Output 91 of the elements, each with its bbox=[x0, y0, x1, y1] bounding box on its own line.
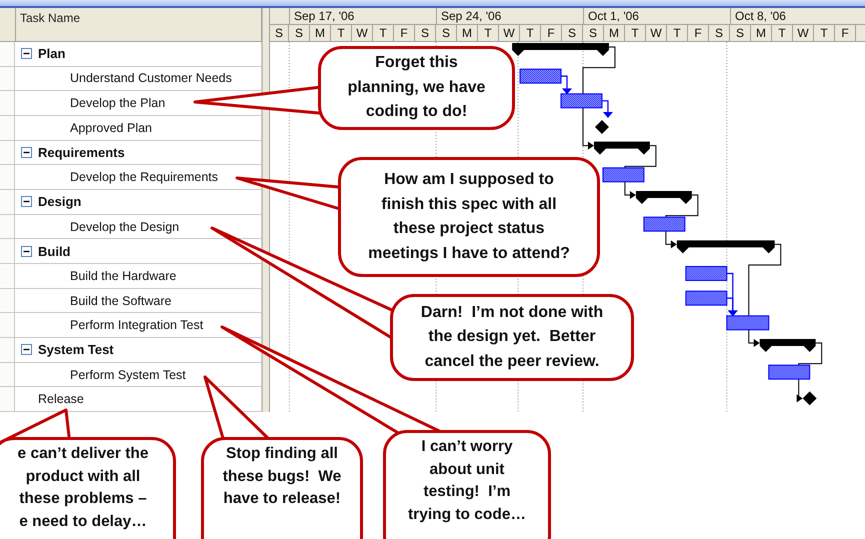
task-bar bbox=[768, 364, 810, 380]
day-label: W bbox=[793, 25, 814, 41]
task-row[interactable]: Build the Software bbox=[0, 288, 262, 314]
task-row[interactable]: Approved Plan bbox=[0, 116, 262, 141]
row-selector[interactable] bbox=[0, 214, 15, 238]
row-selector[interactable] bbox=[0, 190, 15, 214]
callout-text: e can’t deliver the product with all these problems – e need to delay… bbox=[18, 444, 148, 532]
task-bar bbox=[726, 315, 770, 330]
day-label: S bbox=[270, 25, 289, 41]
collapse-icon[interactable] bbox=[21, 344, 32, 356]
row-selector[interactable] bbox=[0, 116, 15, 140]
row-selector[interactable] bbox=[0, 91, 15, 115]
task-name: Develop the Design bbox=[70, 220, 180, 234]
day-label: F bbox=[541, 25, 562, 41]
task-name: Build the Software bbox=[70, 294, 172, 308]
week-label: Oct 8, '06 bbox=[730, 8, 865, 24]
day-label: T bbox=[814, 25, 835, 41]
task-row[interactable]: Requirements bbox=[0, 140, 262, 166]
task-bar bbox=[602, 167, 644, 182]
task-name: Build the Hardware bbox=[70, 268, 176, 283]
day-label: T bbox=[478, 25, 499, 41]
summary-task-name: Build bbox=[38, 244, 70, 259]
collapse-icon[interactable] bbox=[21, 196, 32, 208]
task-row[interactable]: Build the Hardware bbox=[0, 264, 262, 289]
row-selector[interactable] bbox=[0, 42, 15, 66]
day-label: M bbox=[604, 25, 625, 41]
row-selector[interactable] bbox=[0, 313, 15, 338]
task-name: Develop the Requirements bbox=[70, 170, 218, 184]
day-label: T bbox=[373, 25, 394, 41]
summary-task-name: Requirements bbox=[38, 144, 125, 160]
day-label: M bbox=[751, 25, 772, 41]
row-selector[interactable] bbox=[0, 387, 15, 412]
collapse-icon[interactable] bbox=[21, 246, 32, 257]
day-label: T bbox=[772, 25, 793, 41]
day-label: T bbox=[667, 25, 688, 41]
day-label: S bbox=[289, 25, 310, 41]
row-selector[interactable] bbox=[0, 362, 15, 386]
milestone-icon bbox=[594, 120, 609, 134]
task-name: Approved Plan bbox=[70, 120, 152, 135]
day-label: S bbox=[583, 25, 604, 41]
day-label: S bbox=[562, 25, 583, 41]
day-label: S bbox=[709, 25, 730, 41]
day-label: F bbox=[688, 25, 709, 41]
week-label: Sep 24, '06 bbox=[436, 8, 583, 24]
task-bar bbox=[520, 68, 562, 84]
day-label: M bbox=[457, 25, 478, 41]
day-label: T bbox=[331, 25, 352, 41]
summary-task-name: Design bbox=[38, 194, 82, 210]
row-selector[interactable] bbox=[0, 66, 15, 90]
row-selector[interactable] bbox=[0, 264, 15, 288]
task-name: Perform System Test bbox=[70, 368, 186, 382]
task-row[interactable]: Plan bbox=[0, 42, 262, 67]
day-label: W bbox=[499, 25, 520, 41]
task-name: Release bbox=[38, 392, 84, 406]
week-label: Oct 1, '06 bbox=[583, 8, 730, 24]
day-label: W bbox=[646, 25, 667, 41]
task-bar bbox=[643, 216, 686, 232]
week-label: Sep 17, '06 bbox=[289, 8, 436, 24]
row-selector[interactable] bbox=[0, 338, 15, 362]
column-header[interactable]: Task Name bbox=[20, 11, 80, 25]
task-name: Develop the Plan bbox=[70, 96, 166, 110]
collapse-icon[interactable] bbox=[21, 48, 32, 60]
task-name: Perform Integration Test bbox=[70, 318, 204, 332]
callout-text: Stop finding all these bugs! We have to release! bbox=[222, 444, 342, 509]
row-selector[interactable] bbox=[0, 239, 15, 264]
day-label: F bbox=[835, 25, 856, 41]
callout-text: I can’t worry about unit testing! I’m trying to code… bbox=[408, 437, 526, 524]
callout-text: Darn! I’m not done with the design yet. Better cancel the peer review. bbox=[420, 302, 604, 372]
collapse-icon[interactable] bbox=[21, 146, 32, 158]
row-selector[interactable] bbox=[0, 288, 15, 312]
task-bar bbox=[685, 266, 728, 281]
task-row[interactable]: Understand Customer Needs bbox=[0, 66, 262, 92]
summary-task-name: Plan bbox=[38, 46, 66, 62]
day-label: T bbox=[520, 25, 541, 41]
day-label: W bbox=[352, 25, 373, 41]
callout-text: How am I supposed to finish this spec with all these project status meetings I have to attend? bbox=[368, 170, 570, 264]
callout-text: Forget this planning, we have coding to do! bbox=[348, 53, 486, 122]
row-selector[interactable] bbox=[0, 140, 15, 164]
task-row[interactable]: Design bbox=[0, 190, 262, 215]
day-label: S bbox=[730, 25, 751, 41]
row-selector[interactable] bbox=[0, 165, 15, 189]
summary-task-name: System Test bbox=[38, 342, 114, 358]
day-label: F bbox=[394, 25, 415, 41]
day-label: M bbox=[310, 25, 331, 41]
dependency-arrow bbox=[561, 76, 572, 94]
task-bar bbox=[560, 93, 602, 108]
task-name: Understand Customer Needs bbox=[70, 71, 232, 86]
task-bar bbox=[685, 290, 728, 306]
day-label: S bbox=[415, 25, 436, 41]
day-label: S bbox=[436, 25, 457, 41]
day-label: T bbox=[625, 25, 646, 41]
